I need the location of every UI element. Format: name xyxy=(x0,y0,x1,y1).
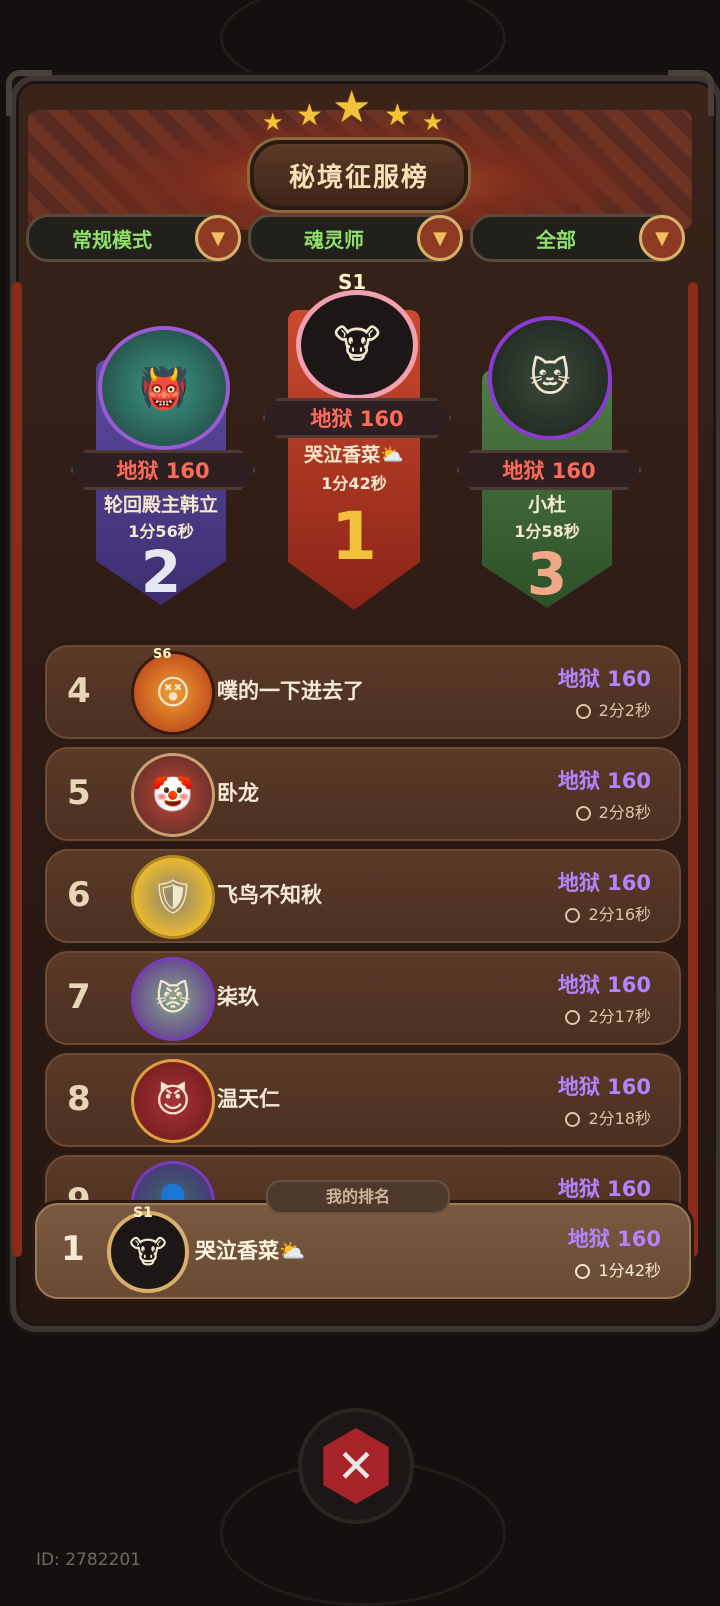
player-score: 地狱 160 xyxy=(557,667,651,691)
podium-name: 哭泣香菜⛅ xyxy=(304,444,404,466)
rating-stars: ★ ★ ★ ★ ★ xyxy=(262,82,452,140)
player-score: 地狱 160 xyxy=(567,1227,661,1251)
player-name: 飞鸟不知秋 xyxy=(217,883,322,907)
clear-time: 2分2秒 xyxy=(575,697,651,721)
chevron-down-icon[interactable]: ▼ xyxy=(417,215,463,261)
class-filter[interactable]: 魂灵师 ▼ xyxy=(248,214,463,262)
clear-time-value: 2分16秒 xyxy=(588,905,651,924)
clock-icon xyxy=(575,704,591,719)
class-filter-label: 魂灵师 xyxy=(304,227,364,252)
page-title: 秘境征服榜 xyxy=(250,140,468,210)
clock-icon xyxy=(565,1112,581,1127)
star-icon: ★ xyxy=(422,108,444,136)
season-badge: S6 xyxy=(153,647,172,662)
list-item[interactable]: 6 🛡 飞鸟不知秋 地狱 160 2分16秒 xyxy=(42,846,684,946)
player-name: 噗的一下进去了 xyxy=(217,679,364,703)
player-score: 地狱 160 xyxy=(557,1177,651,1201)
chevron-down-icon[interactable]: ▼ xyxy=(639,215,685,261)
clear-time: 2分18秒 xyxy=(565,1105,651,1129)
star-icon: ★ xyxy=(296,98,323,133)
season-badge: S1 xyxy=(338,270,367,294)
star-icon: ★ xyxy=(332,82,372,133)
season-badge: S1 xyxy=(133,1205,153,1221)
podium-name: 小杜 xyxy=(527,494,566,516)
podium-score: 地狱 160 xyxy=(456,450,642,490)
player-name: 温天仁 xyxy=(217,1087,280,1111)
my-rank-tab: 我的排名 xyxy=(266,1180,450,1214)
scope-filter-label: 全部 xyxy=(536,227,576,252)
avatar: 🐮 xyxy=(296,290,418,400)
avatar: 🛡 xyxy=(131,855,215,939)
rank-number: 1 xyxy=(61,1229,85,1269)
clock-icon xyxy=(575,806,591,821)
avatar: 👹 xyxy=(98,326,230,450)
close-icon: ✕ xyxy=(323,1428,389,1504)
clear-time-value: 2分17秒 xyxy=(588,1007,651,1026)
rank-number: 4 xyxy=(67,671,91,711)
rank-number: 5 xyxy=(67,773,91,813)
avatar: 🐮 xyxy=(107,1211,189,1293)
podium-time: 1分58秒 xyxy=(514,522,580,541)
avatar: 😾 xyxy=(131,957,215,1041)
podium-score: 地狱 160 xyxy=(70,450,256,490)
player-name: 哭泣香菜⛅ xyxy=(195,1239,306,1263)
mode-filter[interactable]: 常规模式 ▼ xyxy=(26,214,241,262)
star-icon: ★ xyxy=(262,108,284,136)
podium-score: 地狱 160 xyxy=(262,398,452,438)
list-item[interactable]: 7 😾 柒玖 地狱 160 2分17秒 xyxy=(42,948,684,1048)
clear-time: 2分17秒 xyxy=(565,1003,651,1027)
rank-number: 8 xyxy=(67,1079,91,1119)
clear-time-value: 1分42秒 xyxy=(598,1261,661,1280)
mode-filter-label: 常规模式 xyxy=(72,227,152,252)
side-rail xyxy=(688,282,698,1257)
clear-time: 1分42秒 xyxy=(575,1257,661,1281)
podium-rank-number: 3 xyxy=(526,540,568,608)
player-score: 地狱 160 xyxy=(557,973,651,997)
rank-number: 7 xyxy=(67,977,91,1017)
podium-rank-number: 2 xyxy=(140,538,182,606)
clock-icon xyxy=(565,908,581,923)
rank-number: 6 xyxy=(67,875,91,915)
avatar: 🤡 xyxy=(131,753,215,837)
chevron-down-icon[interactable]: ▼ xyxy=(195,215,241,261)
player-score: 地狱 160 xyxy=(557,1075,651,1099)
podium-time: 1分42秒 xyxy=(321,474,387,493)
clock-icon xyxy=(565,1010,581,1025)
avatar: 😈 xyxy=(131,1059,215,1143)
my-rank-row[interactable]: 1 🐮 S1 哭泣香菜⛅ 地狱 160 1分42秒 xyxy=(32,1200,694,1302)
list-item[interactable]: 5 🤡 卧龙 地狱 160 2分8秒 xyxy=(42,744,684,844)
scope-filter[interactable]: 全部 ▼ xyxy=(470,214,685,262)
podium-name: 轮回殿主韩立 xyxy=(103,494,218,516)
list-item[interactable]: 8 😈 温天仁 地狱 160 2分18秒 xyxy=(42,1050,684,1150)
player-name: 柒玖 xyxy=(217,985,259,1009)
clear-time: 2分16秒 xyxy=(565,901,651,925)
clear-time-value: 2分2秒 xyxy=(598,701,651,720)
player-score: 地狱 160 xyxy=(557,871,651,895)
avatar: 😵 xyxy=(131,651,215,735)
clear-time-value: 2分8秒 xyxy=(598,803,651,822)
clear-time: 2分8秒 xyxy=(575,799,651,823)
list-item[interactable]: 4 😵 S6 噗的一下进去了 地狱 160 2分2秒 xyxy=(42,642,684,742)
avatar: 🐱 xyxy=(488,316,612,440)
podium-rank-number: 1 xyxy=(331,498,377,575)
close-button[interactable]: ✕ xyxy=(298,1408,414,1524)
player-id: ID: 2782201 xyxy=(36,1550,141,1570)
star-icon: ★ xyxy=(384,98,411,133)
player-name: 卧龙 xyxy=(217,781,259,805)
player-score: 地狱 160 xyxy=(557,769,651,793)
clear-time-value: 2分18秒 xyxy=(588,1109,651,1128)
side-rail xyxy=(12,282,22,1257)
clock-icon xyxy=(575,1264,591,1279)
